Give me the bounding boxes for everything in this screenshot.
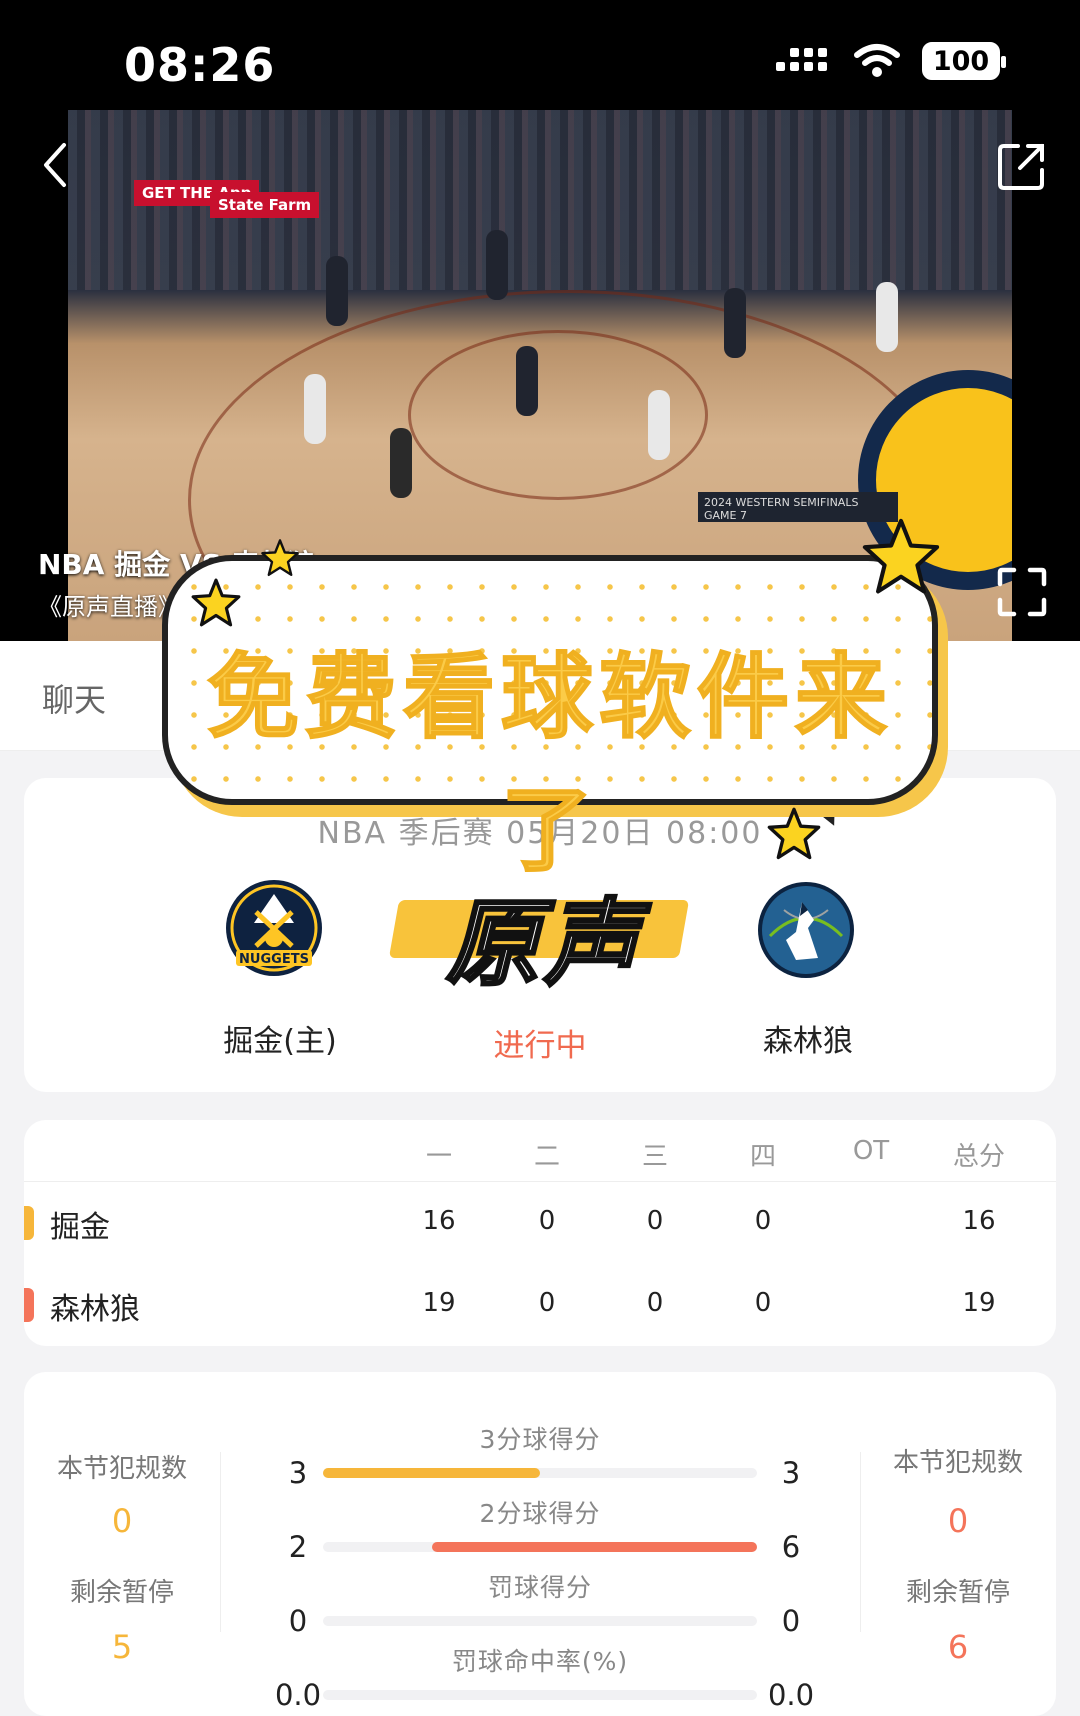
stat-label: 3分球得分 (479, 1425, 601, 1454)
player-figure (724, 288, 746, 358)
score-cell: 0 (538, 1288, 556, 1318)
stats-card: 本节犯规数 0 剩余暂停 5 本节犯规数 0 剩余暂停 6 3分球得分 3 3 2分球… (24, 1372, 1056, 1716)
col-header: 四 (749, 1142, 776, 1172)
table-row: 掘金 16 0 0 0 16 (24, 1186, 1056, 1256)
player-figure (516, 346, 538, 416)
row-team-name: 森林狼 (50, 1292, 140, 1327)
score-cell: 0 (538, 1206, 556, 1236)
stat-label: 2分球得分 (479, 1499, 601, 1528)
away-stat-value: 6 (781, 1530, 801, 1564)
score-cell: 0 (754, 1288, 772, 1318)
away-team-name: 森林狼 (763, 1024, 853, 1059)
row-team-name: 掘金 (50, 1210, 110, 1245)
col-header: 三 (641, 1142, 668, 1172)
fullscreen-icon[interactable] (996, 566, 1048, 618)
score-table: 一 二 三 四 OT 总分 掘金 16 0 0 0 16 森林狼 19 0 0 … (24, 1120, 1056, 1346)
stat-bar-track (323, 1468, 757, 1478)
player-figure (326, 256, 348, 326)
signal-icon (776, 48, 827, 71)
share-icon[interactable] (996, 140, 1048, 192)
star-icon (767, 807, 821, 860)
timberwolves-logo (758, 882, 854, 978)
logo-text: NUGGETS (239, 952, 309, 967)
stat-label: 罚球得分 (487, 1573, 592, 1602)
battery-indicator: 100 (922, 42, 1006, 80)
status-time: 08:26 (124, 38, 276, 92)
promo-bubble: 免费看球软件来了 (162, 555, 938, 885)
player-figure (486, 230, 508, 300)
player-figure (648, 390, 670, 460)
col-header: OT (852, 1136, 890, 1166)
team-color-mark (24, 1206, 34, 1240)
score-cell: 0 (754, 1206, 772, 1236)
stat-bar-track (323, 1616, 757, 1626)
wifi-icon (854, 44, 900, 77)
player-figure (304, 374, 326, 444)
score-cell: 0 (646, 1288, 664, 1318)
team-color-mark (24, 1288, 34, 1322)
away-stat-bar (431, 1542, 757, 1552)
stat-bar-track (323, 1690, 757, 1700)
nuggets-logo: NUGGETS (226, 880, 322, 976)
col-header: 一 (425, 1142, 452, 1172)
stat-label: 罚球命中率(%) (451, 1647, 629, 1676)
stat-bar-track (323, 1542, 757, 1552)
tab-chat[interactable]: 聊天 (42, 675, 106, 721)
col-header: 二 (533, 1142, 560, 1172)
home-stat-bar (323, 1468, 540, 1478)
divider (220, 1452, 221, 1632)
table-row: 森林狼 19 0 0 0 19 (24, 1268, 1056, 1338)
home-team-name: 掘金(主) (223, 1024, 337, 1059)
video-subtitle: 《原声直播》 (38, 593, 182, 621)
status-icons: 100 (776, 42, 1006, 80)
away-stat-value: 3 (781, 1456, 801, 1490)
score-cell: 19 (962, 1288, 996, 1318)
score-cell: 16 (962, 1206, 996, 1236)
score-cell: 19 (422, 1288, 456, 1318)
score-table-header: 一 二 三 四 OT 总分 (24, 1120, 1056, 1182)
away-stat-value: 0.0 (767, 1678, 815, 1712)
match-status: 进行中 (493, 1028, 587, 1064)
score-cell: 0 (646, 1206, 664, 1236)
referee-figure (390, 428, 412, 498)
player-figure (876, 282, 898, 352)
divider (860, 1452, 861, 1632)
back-icon[interactable] (40, 140, 70, 190)
score-cell: 16 (422, 1206, 456, 1236)
star-icon (191, 578, 241, 627)
ad-board: State Farm (210, 192, 320, 218)
away-stat-value: 0 (781, 1604, 801, 1638)
col-header: 总分 (952, 1142, 1005, 1172)
star-icon (862, 518, 940, 594)
star-icon (261, 539, 299, 576)
